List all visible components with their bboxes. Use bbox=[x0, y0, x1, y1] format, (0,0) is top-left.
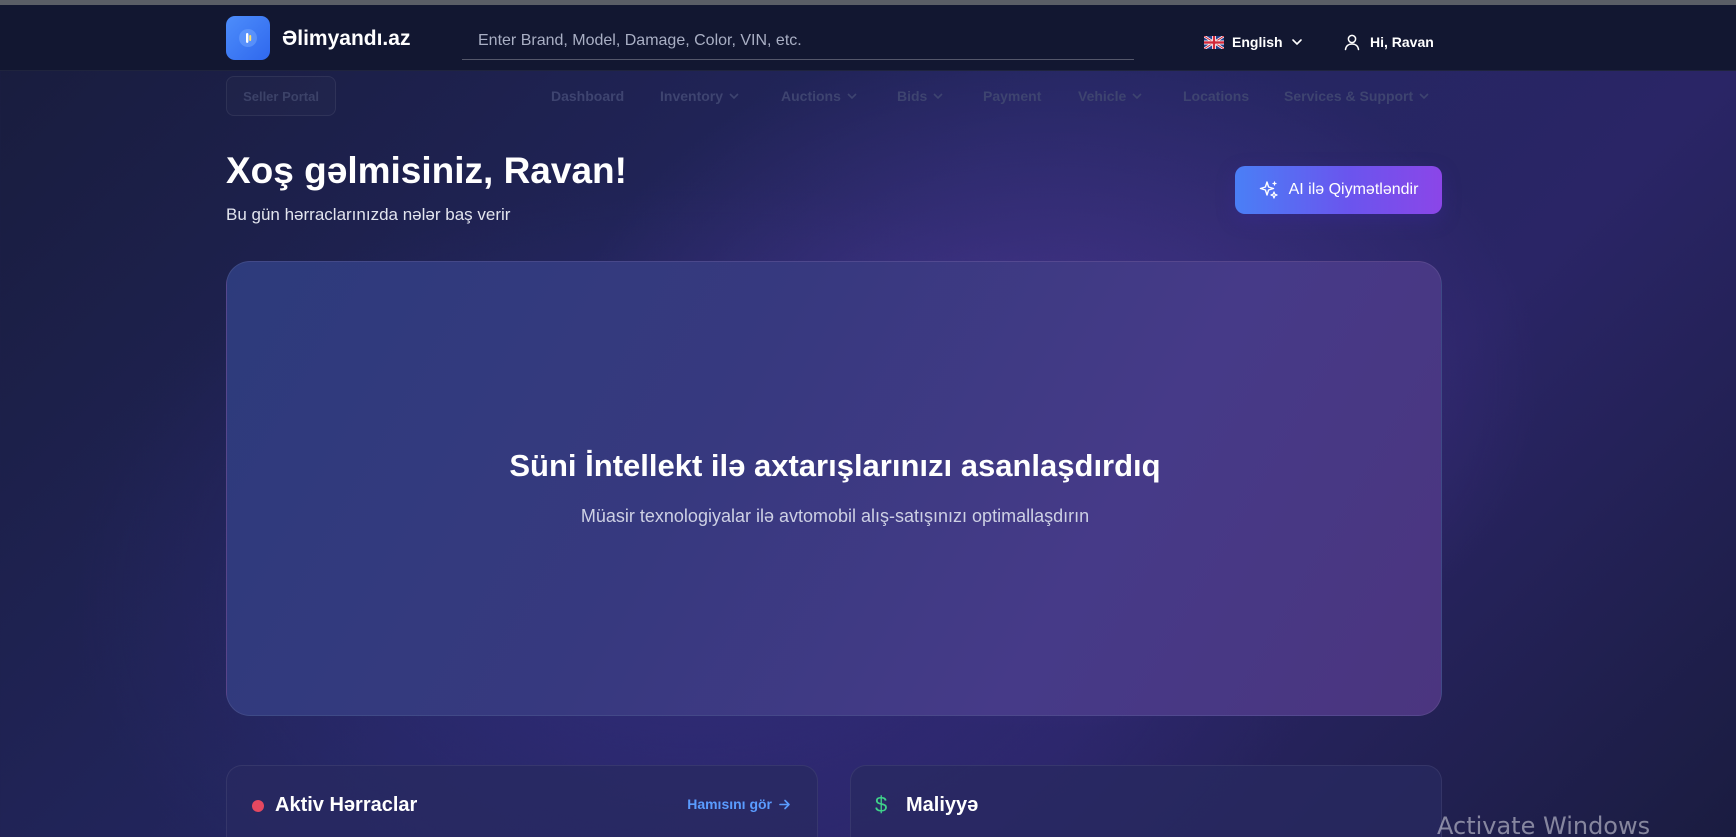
chevron-down-icon bbox=[1419, 93, 1429, 100]
page-subtitle: Bu gün hərraclarınızda nələr baş verir bbox=[226, 205, 511, 224]
active-auctions-card: Aktiv Hərraclar Hamısını gör bbox=[226, 765, 818, 837]
nav-item-vehicle[interactable]: Vehicle bbox=[1078, 86, 1143, 106]
nav-item-services-support[interactable]: Services & Support bbox=[1284, 86, 1430, 106]
finance-title: Maliyyə bbox=[906, 794, 979, 816]
logo-icon bbox=[239, 29, 257, 47]
language-label: English bbox=[1232, 34, 1283, 50]
nav-item-dashboard[interactable]: Dashboard bbox=[551, 86, 624, 106]
active-auctions-title: Aktiv Hərraclar bbox=[275, 794, 418, 816]
chevron-down-icon bbox=[847, 93, 857, 100]
arrow-right-icon bbox=[779, 799, 790, 809]
live-dot-icon bbox=[252, 800, 264, 812]
chevron-down-icon bbox=[1132, 93, 1142, 100]
dollar-icon: $ bbox=[875, 792, 888, 817]
chevron-down-icon bbox=[1291, 39, 1302, 46]
page-title: Xoş gəlmisiniz, Ravan! bbox=[226, 150, 627, 191]
seller-portal-button[interactable]: Seller Portal bbox=[226, 76, 336, 116]
user-icon bbox=[1344, 34, 1360, 51]
nav-item-label: Bids bbox=[897, 88, 928, 104]
nav-item-label: Auctions bbox=[781, 88, 841, 104]
nav-item-payment[interactable]: Payment bbox=[983, 86, 1041, 106]
nav-item-auctions[interactable]: Auctions bbox=[781, 86, 858, 106]
ai-hero-banner: Süni İntellekt ilə axtarışlarınızı asanl… bbox=[226, 261, 1442, 716]
sparkles-icon bbox=[1259, 181, 1278, 199]
nav-item-label: Locations bbox=[1183, 88, 1250, 104]
nav-item-label: Services & Support bbox=[1284, 88, 1414, 104]
hero-title: Süni İntellekt ilə axtarışlarınızı asanl… bbox=[509, 448, 1161, 483]
see-all-label: Hamısını gör bbox=[687, 796, 772, 812]
uk-flag-icon bbox=[1204, 35, 1224, 49]
see-all-link[interactable]: Hamısını gör bbox=[687, 796, 791, 812]
nav-item-label: Vehicle bbox=[1078, 88, 1127, 104]
nav-item-bids[interactable]: Bids bbox=[897, 86, 944, 106]
brand-name[interactable]: Əlimyandı.az bbox=[282, 27, 410, 51]
ai-evaluate-label: AI ilə Qiymətləndir bbox=[1288, 181, 1419, 198]
nav-item-label: Inventory bbox=[660, 88, 724, 104]
nav-item-label: Payment bbox=[983, 88, 1042, 104]
nav-item-label: Dashboard bbox=[551, 88, 625, 104]
language-selector[interactable]: English bbox=[1204, 32, 1303, 52]
top-header: Əlimyandı.az English Hi, Ravan bbox=[0, 5, 1736, 71]
brand-logo[interactable] bbox=[226, 16, 270, 60]
seller-portal-label: Seller Portal bbox=[243, 88, 319, 104]
ai-evaluate-button[interactable]: AI ilə Qiymətləndir bbox=[1235, 166, 1442, 214]
nav-item-inventory[interactable]: Inventory bbox=[660, 86, 740, 106]
hero-subtitle: Müasir texnologiyalar ilə avtomobil alış… bbox=[580, 506, 1090, 526]
search-input[interactable] bbox=[462, 22, 1134, 60]
user-menu[interactable]: Hi, Ravan bbox=[1343, 32, 1434, 52]
activate-windows-watermark: Activate Windows bbox=[1437, 812, 1651, 837]
nav-item-locations[interactable]: Locations bbox=[1183, 86, 1249, 106]
user-greeting: Hi, Ravan bbox=[1370, 34, 1434, 50]
chevron-down-icon bbox=[729, 93, 739, 100]
chevron-down-icon bbox=[933, 93, 943, 100]
finance-card: $ Maliyyə bbox=[850, 765, 1442, 837]
